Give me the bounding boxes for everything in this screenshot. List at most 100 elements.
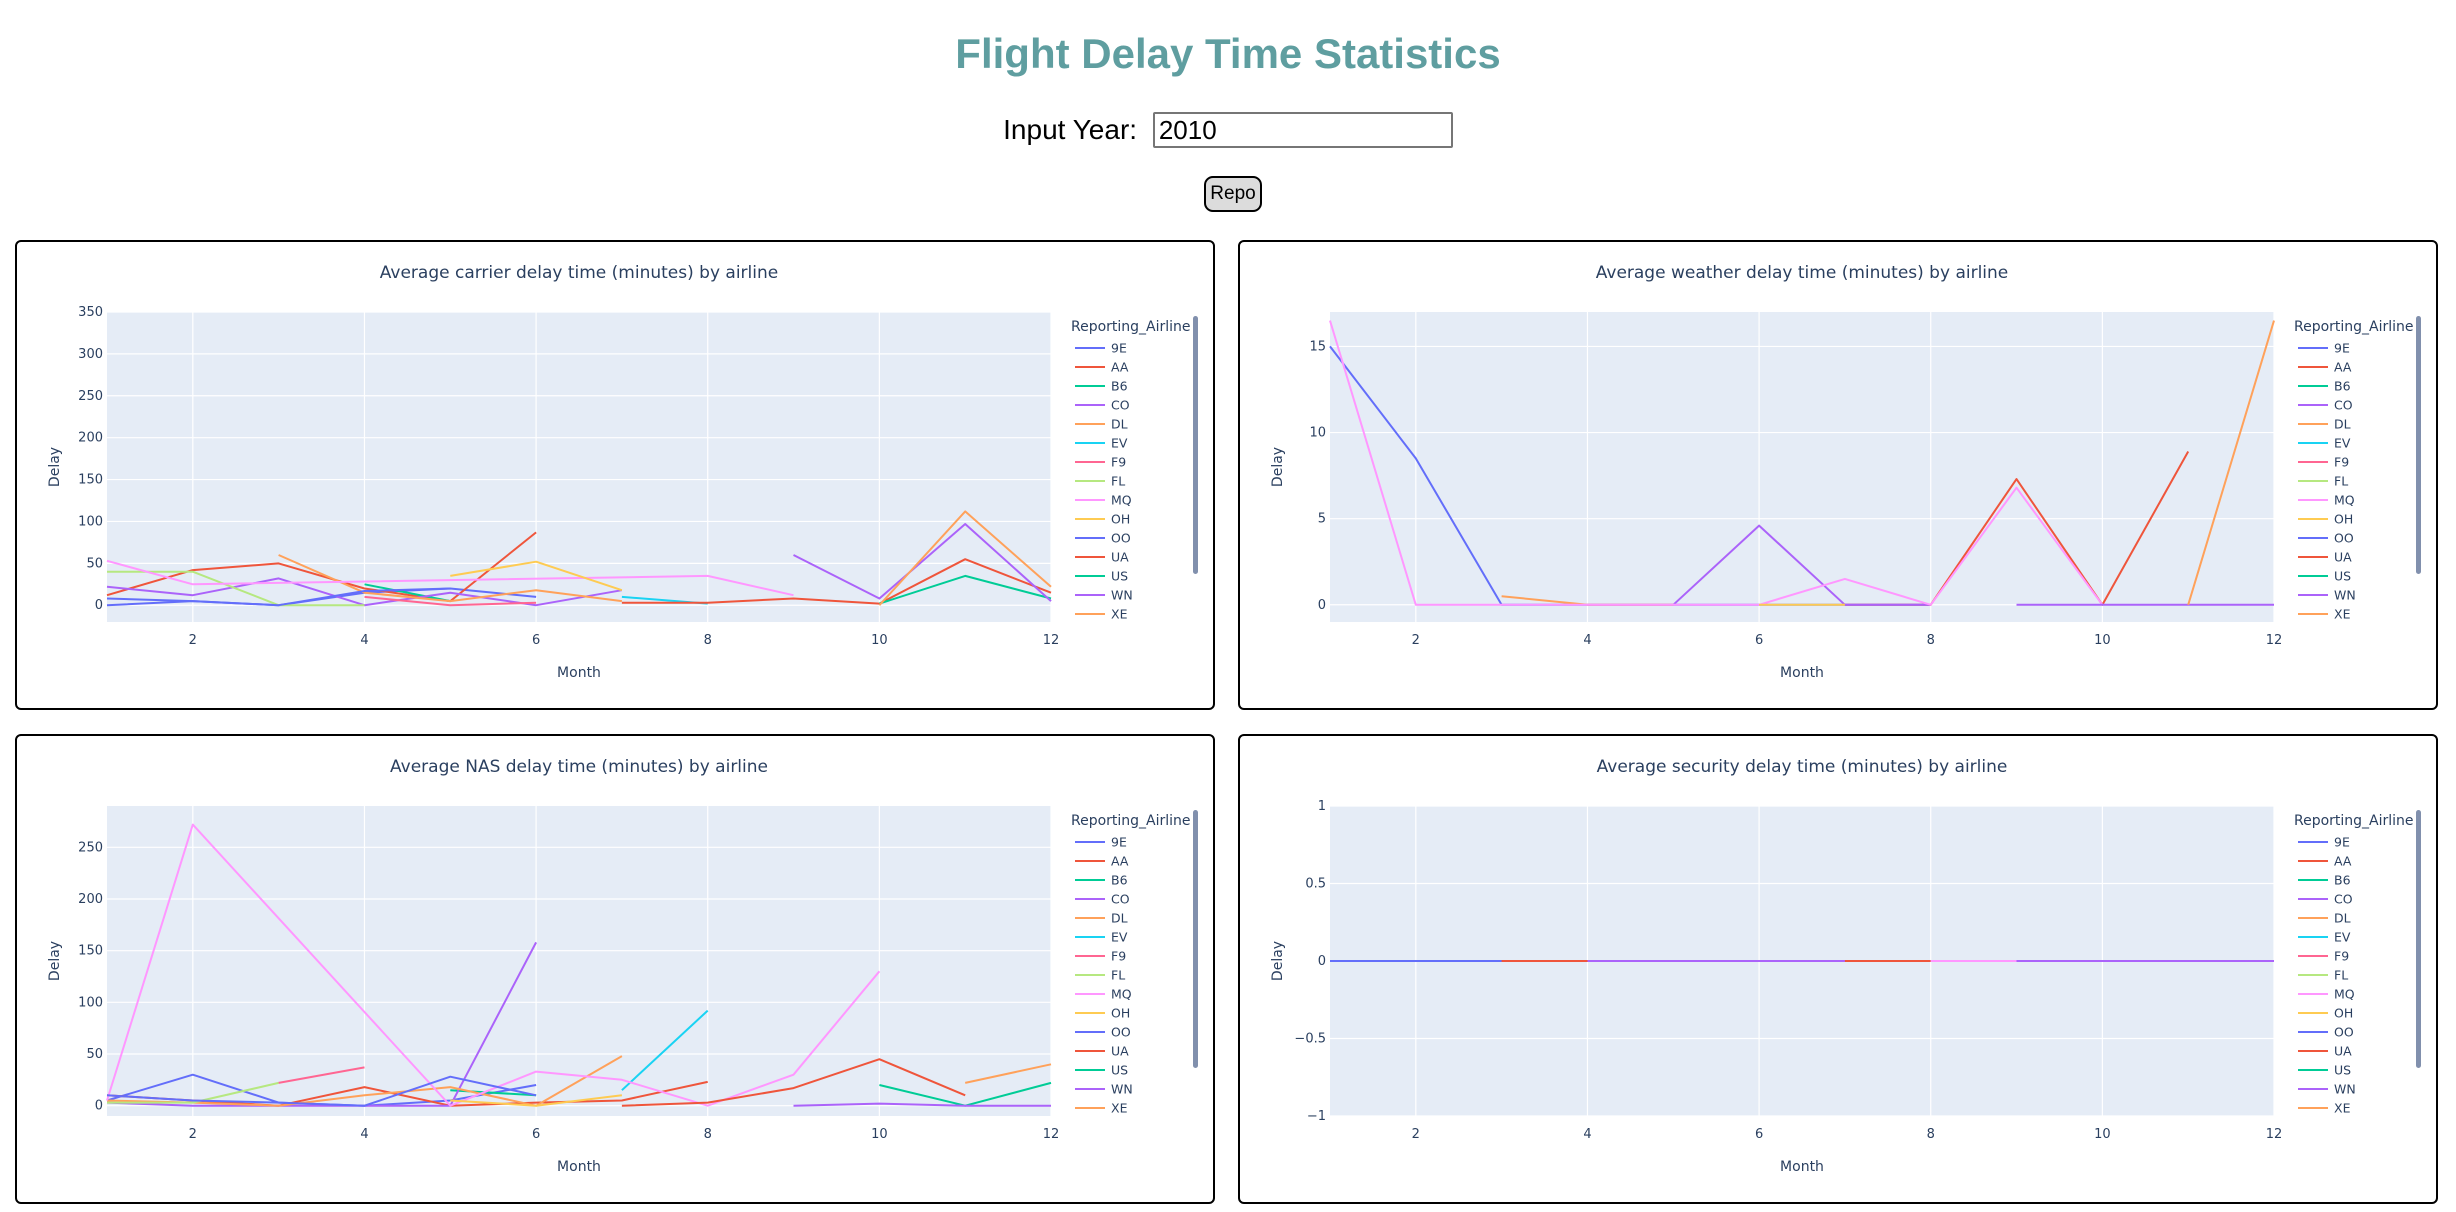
year-input[interactable] [1152, 112, 1453, 148]
legend-item-fl[interactable]: FL [1075, 968, 1125, 983]
legend-item-mq[interactable]: MQ [2298, 987, 2355, 1002]
legend-item-dl[interactable]: DL [1075, 417, 1128, 432]
legend-item-mq[interactable]: MQ [1075, 987, 1132, 1002]
legend-item-co[interactable]: CO [1075, 892, 1130, 907]
x-tick-label: 6 [1755, 633, 1763, 648]
legend-item-xe[interactable]: XE [1075, 1101, 1128, 1116]
legend-item-f9[interactable]: F9 [1075, 455, 1126, 470]
y-tick-label: 0 [1318, 598, 1326, 613]
legend-item-9e[interactable]: 9E [1075, 835, 1127, 850]
legend-label: AA [1111, 360, 1129, 375]
legend-item-oh[interactable]: OH [1075, 512, 1130, 527]
legend-label: B6 [2334, 379, 2351, 394]
legend-label: 9E [2334, 835, 2350, 850]
legend-item-wn[interactable]: WN [1075, 1082, 1133, 1097]
legend-item-ua[interactable]: UA [2298, 550, 2352, 565]
legend-item-ev[interactable]: EV [1075, 930, 1128, 945]
legend-item-oh[interactable]: OH [2298, 1006, 2353, 1021]
legend-item-xe[interactable]: XE [2298, 1101, 2351, 1116]
legend-label: 9E [1111, 341, 1127, 356]
legend-item-ua[interactable]: UA [1075, 550, 1129, 565]
legend-item-fl[interactable]: FL [2298, 474, 2348, 489]
legend-item-oo[interactable]: OO [1075, 531, 1131, 546]
legend-item-wn[interactable]: WN [1075, 588, 1133, 603]
legend-item-9e[interactable]: 9E [1075, 341, 1127, 356]
legend-scrollbar[interactable] [1193, 316, 1198, 574]
legend-item-f9[interactable]: F9 [2298, 455, 2349, 470]
legend-item-mq[interactable]: MQ [1075, 493, 1132, 508]
legend-item-xe[interactable]: XE [2298, 607, 2351, 622]
legend-scrollbar[interactable] [2416, 810, 2421, 1068]
legend-item-us[interactable]: US [1075, 569, 1128, 584]
legend-item-aa[interactable]: AA [1075, 360, 1129, 375]
legend-item-fl[interactable]: FL [1075, 474, 1125, 489]
y-tick-label: 250 [78, 389, 103, 404]
legend-item-xe[interactable]: XE [1075, 607, 1128, 622]
legend-label: FL [1111, 474, 1125, 489]
legend-item-fl[interactable]: FL [2298, 968, 2348, 983]
legend-label: US [1111, 569, 1128, 584]
legend-label: CO [1111, 398, 1130, 413]
legend-item-aa[interactable]: AA [2298, 854, 2352, 869]
legend-item-aa[interactable]: AA [1075, 854, 1129, 869]
legend-item-9e[interactable]: 9E [2298, 835, 2350, 850]
legend-item-wn[interactable]: WN [2298, 1082, 2356, 1097]
legend-item-b6[interactable]: B6 [1075, 379, 1128, 394]
legend-item-f9[interactable]: F9 [1075, 949, 1126, 964]
y-tick-label: 200 [78, 892, 103, 907]
x-tick-label: 4 [360, 1127, 368, 1142]
y-tick-label: 300 [78, 347, 103, 362]
legend-item-mq[interactable]: MQ [2298, 493, 2355, 508]
legend-item-ev[interactable]: EV [2298, 436, 2351, 451]
x-tick-label: 4 [1583, 1127, 1591, 1142]
y-tick-label: 1 [1318, 799, 1326, 814]
legend-item-us[interactable]: US [2298, 569, 2351, 584]
legend-item-ev[interactable]: EV [1075, 436, 1128, 451]
legend-item-f9[interactable]: F9 [2298, 949, 2349, 964]
legend-item-b6[interactable]: B6 [2298, 873, 2351, 888]
legend-label: OH [1111, 1006, 1130, 1021]
x-tick-label: 8 [704, 1127, 712, 1142]
legend-item-dl[interactable]: DL [1075, 911, 1128, 926]
legend-item-co[interactable]: CO [2298, 892, 2353, 907]
x-tick-label: 12 [2266, 1127, 2283, 1142]
legend-item-co[interactable]: CO [1075, 398, 1130, 413]
legend-item-b6[interactable]: B6 [1075, 873, 1128, 888]
legend-item-b6[interactable]: B6 [2298, 379, 2351, 394]
legend-item-oo[interactable]: OO [1075, 1025, 1131, 1040]
legend-item-9e[interactable]: 9E [2298, 341, 2350, 356]
x-tick-label: 12 [2266, 633, 2283, 648]
y-axis-label: Delay [47, 941, 63, 981]
y-axis-label: Delay [47, 447, 63, 487]
legend-item-us[interactable]: US [2298, 1063, 2351, 1078]
x-tick-label: 12 [1043, 1127, 1060, 1142]
year-label: Input Year: [1003, 114, 1138, 145]
legend-label: WN [2334, 588, 2356, 603]
report-button[interactable]: Repo [1204, 176, 1262, 212]
legend-item-ua[interactable]: UA [2298, 1044, 2352, 1059]
security-delay-chart: Average security delay time (minutes) by… [1270, 757, 2421, 1175]
legend-item-us[interactable]: US [1075, 1063, 1128, 1078]
legend-label: XE [1111, 607, 1128, 622]
legend-label: OH [2334, 1006, 2353, 1021]
legend-item-aa[interactable]: AA [2298, 360, 2352, 375]
legend-item-oo[interactable]: OO [2298, 531, 2354, 546]
legend-item-oh[interactable]: OH [2298, 512, 2353, 527]
legend-label: US [2334, 569, 2351, 584]
legend-item-dl[interactable]: DL [2298, 911, 2351, 926]
legend-item-oh[interactable]: OH [1075, 1006, 1130, 1021]
legend-item-dl[interactable]: DL [2298, 417, 2351, 432]
page-title: Flight Delay Time Statistics [955, 30, 1501, 77]
legend-item-wn[interactable]: WN [2298, 588, 2356, 603]
legend-item-ev[interactable]: EV [2298, 930, 2351, 945]
x-axis-label: Month [1780, 1159, 1824, 1175]
legend-title: Reporting_Airline [2294, 813, 2414, 829]
legend-item-co[interactable]: CO [2298, 398, 2353, 413]
legend-item-oo[interactable]: OO [2298, 1025, 2354, 1040]
legend-item-ua[interactable]: UA [1075, 1044, 1129, 1059]
y-tick-label: 250 [78, 840, 103, 855]
x-tick-label: 8 [704, 633, 712, 648]
legend-scrollbar[interactable] [2416, 316, 2421, 574]
legend-label: EV [2334, 436, 2351, 451]
legend-scrollbar[interactable] [1193, 810, 1198, 1068]
